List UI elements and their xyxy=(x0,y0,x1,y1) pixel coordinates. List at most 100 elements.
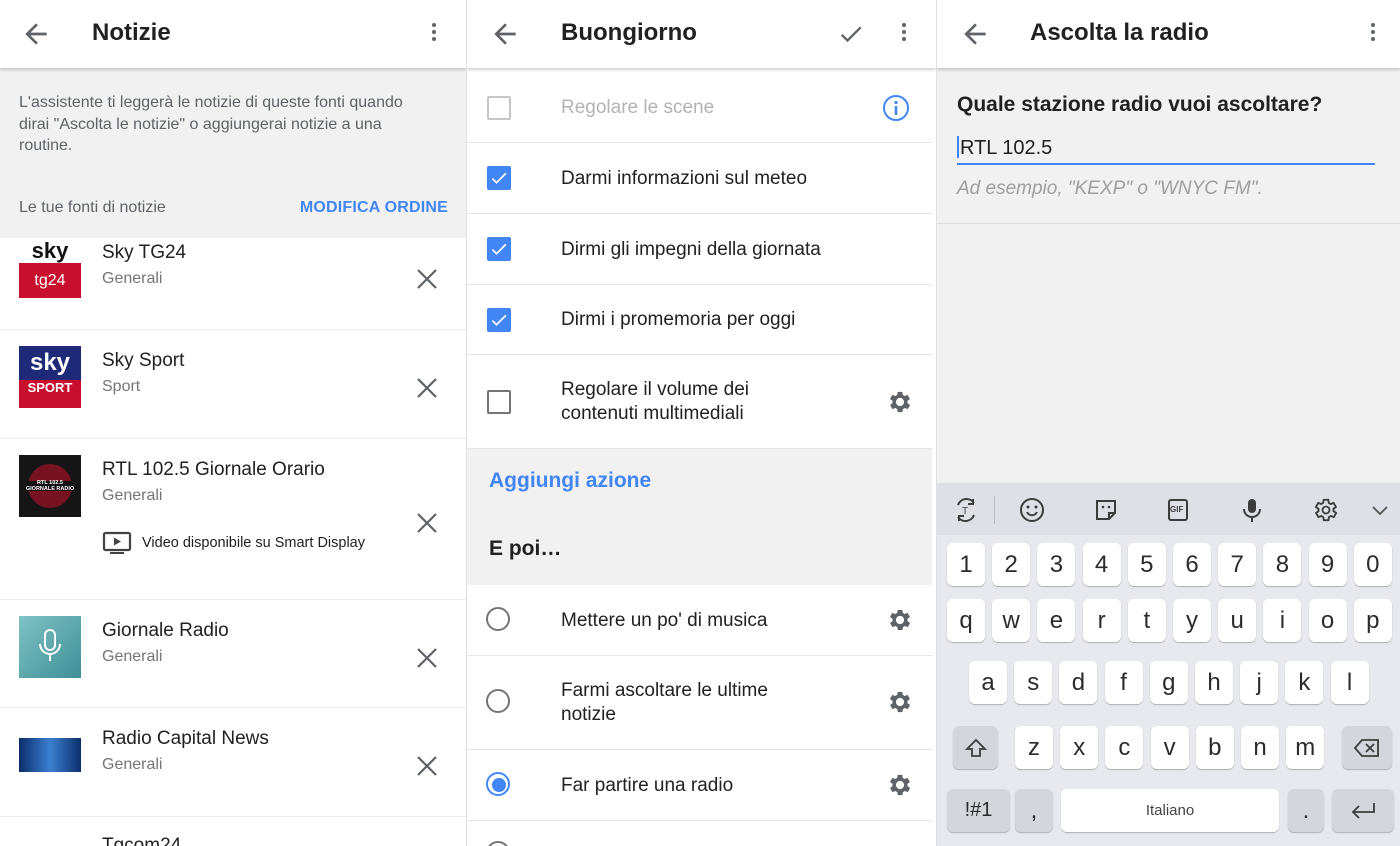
microphone-icon[interactable] xyxy=(1237,495,1267,525)
key-v[interactable]: v xyxy=(1150,726,1189,769)
key-c[interactable]: c xyxy=(1105,726,1144,769)
back-arrow-icon[interactable] xyxy=(959,18,991,50)
news-source-item[interactable]: RTL 102.5 GIORNALE RADIO RTL 102.5 Giorn… xyxy=(0,439,466,600)
translate-icon[interactable]: T xyxy=(951,495,981,525)
action-row[interactable]: Darmi informazioni sul meteo xyxy=(467,143,932,214)
checkbox-checked[interactable] xyxy=(487,237,511,261)
key-p[interactable]: p xyxy=(1353,599,1392,642)
remove-icon[interactable] xyxy=(416,377,438,399)
key-5[interactable]: 5 xyxy=(1127,543,1166,586)
back-arrow-icon[interactable] xyxy=(489,18,521,50)
key-t[interactable]: t xyxy=(1127,599,1166,642)
back-arrow-icon[interactable] xyxy=(20,18,52,50)
option-row[interactable] xyxy=(467,821,932,846)
shift-key[interactable] xyxy=(953,726,998,769)
radio-button-selected[interactable] xyxy=(486,772,510,796)
remove-icon[interactable] xyxy=(416,512,438,534)
sticker-icon[interactable] xyxy=(1091,495,1121,525)
more-options-icon[interactable] xyxy=(898,20,910,48)
news-source-item[interactable]: Tgcom24 xyxy=(0,817,466,846)
key-k[interactable]: k xyxy=(1285,661,1324,704)
check-icon[interactable] xyxy=(837,20,865,48)
checkbox[interactable] xyxy=(487,96,511,120)
key-7[interactable]: 7 xyxy=(1218,543,1257,586)
action-row[interactable]: Dirmi gli impegni della giornata xyxy=(467,214,932,285)
key-2[interactable]: 2 xyxy=(992,543,1031,586)
emoji-icon[interactable] xyxy=(1017,495,1047,525)
space-key[interactable]: Italiano xyxy=(1061,789,1279,832)
action-row[interactable]: Dirmi i promemoria per oggi xyxy=(467,285,932,355)
key-0[interactable]: 0 xyxy=(1353,543,1392,586)
key-g[interactable]: g xyxy=(1149,661,1188,704)
action-row[interactable]: Regolare il volume dei contenuti multime… xyxy=(467,355,932,449)
key-j[interactable]: j xyxy=(1240,661,1279,704)
key-n[interactable]: n xyxy=(1241,726,1279,769)
key-8[interactable]: 8 xyxy=(1263,543,1302,586)
info-icon[interactable] xyxy=(882,94,910,122)
checkbox-checked[interactable] xyxy=(487,308,511,332)
key-x[interactable]: x xyxy=(1060,726,1099,769)
key-9[interactable]: 9 xyxy=(1308,543,1347,586)
radio-button[interactable] xyxy=(486,689,510,713)
radio-capital-logo xyxy=(19,738,81,772)
backspace-key[interactable] xyxy=(1342,726,1392,769)
key-q[interactable]: q xyxy=(947,599,985,642)
key-6[interactable]: 6 xyxy=(1173,543,1211,586)
option-row[interactable]: Far partire una radio xyxy=(467,750,932,821)
station-input[interactable]: RTL 102.5 xyxy=(957,133,1375,165)
news-source-item[interactable]: Radio Capital News Generali xyxy=(0,708,466,817)
gear-icon[interactable] xyxy=(886,688,914,716)
remove-icon[interactable] xyxy=(416,647,438,669)
chevron-down-icon[interactable] xyxy=(1365,495,1395,525)
news-source-item[interactable]: sky SPORT Sky Sport Sport xyxy=(0,330,466,439)
checkbox[interactable] xyxy=(487,390,511,414)
action-label: Dirmi gli impegni della giornata xyxy=(561,239,821,260)
key-e[interactable]: e xyxy=(1037,599,1076,642)
gear-icon[interactable] xyxy=(886,606,914,634)
more-options-icon[interactable] xyxy=(1367,20,1379,48)
gear-icon[interactable] xyxy=(886,771,914,799)
symbols-key[interactable]: !#1 xyxy=(947,789,1010,832)
enter-key[interactable] xyxy=(1332,789,1394,832)
key-i[interactable]: i xyxy=(1263,599,1302,642)
action-row[interactable]: Regolare le scene xyxy=(467,72,932,143)
key-z[interactable]: z xyxy=(1015,726,1053,769)
add-action-link[interactable]: Aggiungi azione xyxy=(489,469,651,493)
key-f[interactable]: f xyxy=(1104,661,1143,704)
key-h[interactable]: h xyxy=(1195,661,1233,704)
key-d[interactable]: d xyxy=(1059,661,1098,704)
checkbox-checked[interactable] xyxy=(487,166,511,190)
key-w[interactable]: w xyxy=(992,599,1031,642)
key-m[interactable]: m xyxy=(1286,726,1325,769)
app-bar: Buongiorno xyxy=(467,0,936,68)
intro-text: L'assistente ti leggerà le notizie di qu… xyxy=(19,94,403,154)
key-u[interactable]: u xyxy=(1218,599,1257,642)
remove-icon[interactable] xyxy=(416,755,438,777)
keyboard-settings-icon[interactable] xyxy=(1311,495,1341,525)
news-source-item[interactable]: sky tg24 Sky TG24 Generali xyxy=(0,238,466,330)
news-source-item[interactable]: Giornale Radio Generali xyxy=(0,600,466,708)
option-row[interactable]: Farmi ascoltare le ultime notizie xyxy=(467,656,932,750)
radio-button[interactable] xyxy=(486,607,510,631)
period-key[interactable]: . xyxy=(1288,789,1324,832)
key-y[interactable]: y xyxy=(1173,599,1211,642)
key-4[interactable]: 4 xyxy=(1082,543,1121,586)
key-r[interactable]: r xyxy=(1082,599,1121,642)
more-options-icon[interactable] xyxy=(428,20,440,48)
reorder-button[interactable]: MODIFICA ORDINE xyxy=(300,199,448,217)
key-l[interactable]: l xyxy=(1330,661,1369,704)
key-b[interactable]: b xyxy=(1195,726,1234,769)
option-row[interactable]: Mettere un po' di musica xyxy=(467,585,932,656)
key-1[interactable]: 1 xyxy=(947,543,985,586)
smart-display-icon xyxy=(102,531,132,554)
comma-key[interactable]: , xyxy=(1015,789,1053,832)
key-3[interactable]: 3 xyxy=(1037,543,1076,586)
radio-button[interactable] xyxy=(486,841,510,846)
source-category: Generali xyxy=(102,648,163,665)
remove-icon[interactable] xyxy=(416,268,438,290)
gif-icon[interactable]: GIF xyxy=(1163,495,1193,525)
key-a[interactable]: a xyxy=(969,661,1007,704)
key-o[interactable]: o xyxy=(1308,599,1347,642)
gear-icon[interactable] xyxy=(886,388,914,416)
key-s[interactable]: s xyxy=(1014,661,1053,704)
